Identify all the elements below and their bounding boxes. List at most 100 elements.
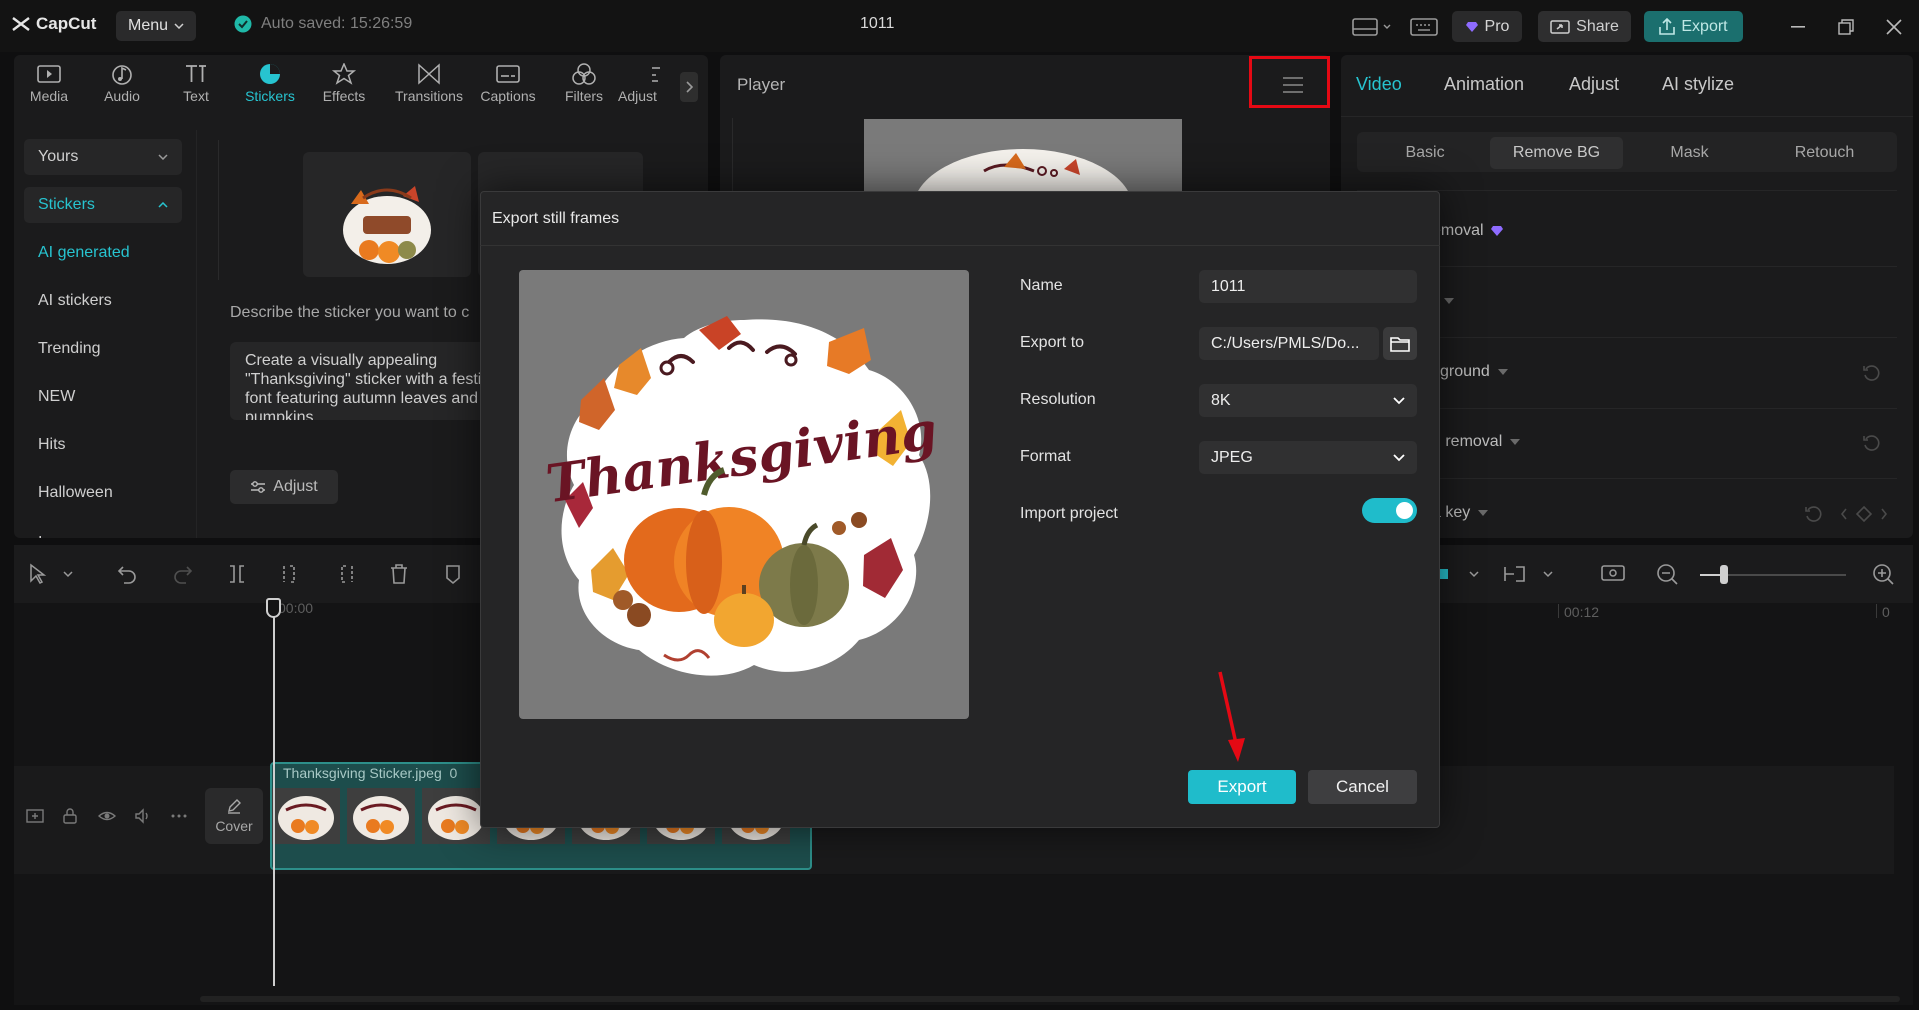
format-select[interactable]: JPEG [1199,441,1417,474]
eye-icon[interactable] [98,808,116,824]
track-add-icon[interactable] [26,808,44,824]
split-left-icon[interactable] [280,563,302,585]
snap-icon[interactable] [1502,563,1554,585]
split-icon[interactable] [226,563,248,585]
export-path-input[interactable]: C:/Users/PMLS/Do... [1199,327,1379,360]
sticker-thumbnail[interactable] [303,152,471,277]
tool-text[interactable]: Text [165,63,227,104]
sidebar-divider [196,130,197,538]
export-button[interactable]: Export [1188,770,1296,804]
resolution-label: Resolution [1020,391,1096,408]
sidebar-item-trending[interactable]: Trending [24,331,182,367]
tab-ai-stylize[interactable]: AI stylize [1662,74,1734,95]
redo-icon[interactable] [172,563,194,585]
background-row[interactable]: kground [1432,363,1508,381]
ruler-tick [1876,604,1877,618]
pro-button[interactable]: Pro [1452,11,1522,42]
browse-folder-button[interactable] [1383,327,1417,360]
keyframe-controls-icon[interactable] [1802,505,1888,523]
reset-icon[interactable] [1862,364,1880,382]
tool-audio[interactable]: Audio [91,63,153,104]
tool-transitions[interactable]: Transitions [394,63,464,104]
diamond-icon [1490,226,1503,236]
undo-icon[interactable] [116,563,138,585]
sidebar-item-ai-generated[interactable]: AI generated [24,235,182,271]
chevron-down-icon [158,154,168,160]
player-preview-image [918,149,1128,191]
subtab-mask[interactable]: Mask [1623,137,1756,169]
playhead-handle[interactable] [266,598,281,618]
preview-axis-icon[interactable] [1600,563,1626,585]
volume-icon[interactable] [134,808,152,824]
sidebar-stickers-label: Stickers [38,196,95,213]
toggle-knob [1396,502,1413,519]
sidebar-yours[interactable]: Yours [24,139,182,175]
tool-effects-label: Effects [322,88,366,104]
menu-button[interactable]: Menu [116,11,196,41]
tool-media[interactable]: Media [18,63,80,104]
zoom-out-icon[interactable] [1656,563,1678,585]
subtab-basic[interactable]: Basic [1360,137,1490,169]
select-tool-icon[interactable] [28,563,74,585]
sidebar-item-hits[interactable]: Hits [24,427,182,463]
chroma-removal-row[interactable]: n removal [1432,433,1521,451]
close-icon[interactable] [1883,16,1905,38]
ruler-tick [1558,604,1559,618]
sidebar-item-halloween[interactable]: Halloween [24,475,182,511]
sidebar-stickers[interactable]: Stickers [24,187,182,223]
clip-duration: 0 [449,765,458,781]
timeline-scrollbar[interactable] [200,996,1900,1002]
name-label: Name [1020,277,1063,294]
subtab-retouch[interactable]: Retouch [1756,137,1893,169]
sidebar-item-new[interactable]: NEW [24,379,182,415]
split-right-icon[interactable] [334,563,356,585]
tool-stickers[interactable]: Stickers [239,63,301,104]
zoom-in-icon[interactable] [1872,563,1894,585]
audio-icon [112,65,132,85]
delete-icon[interactable] [388,563,410,585]
zoom-slider-handle[interactable] [1720,565,1728,584]
name-value: 1011 [1211,277,1246,295]
more-icon[interactable] [170,808,188,824]
resolution-select[interactable]: 8K [1199,384,1417,417]
name-input[interactable]: 1011 [1199,270,1417,303]
cover-button[interactable]: Cover [205,788,263,844]
tab-animation[interactable]: Animation [1444,74,1524,95]
tool-adjust[interactable]: Adjust [618,63,670,104]
layout-icon[interactable] [1352,17,1392,37]
restore-icon[interactable] [1835,16,1857,38]
chroma-key-row[interactable]: a key [1432,504,1489,522]
playhead[interactable] [273,598,275,986]
export-top-button[interactable]: Export [1644,11,1743,42]
pro-label: Pro [1484,17,1510,35]
keyboard-icon[interactable] [1410,17,1438,37]
sidebar-item-ai-stickers[interactable]: AI stickers [24,283,182,319]
minimize-icon[interactable] [1787,16,1809,38]
auto-removal-row[interactable]: emoval [1432,222,1504,240]
sidebar-item-icons[interactable]: Icons [24,525,182,538]
toolbar-scroll-right[interactable] [680,72,698,102]
tool-effects[interactable]: Effects [313,63,375,104]
tool-filters[interactable]: Filters [553,63,615,104]
tab-video[interactable]: Video [1356,74,1402,95]
annotation-arrow [1210,670,1250,766]
subtab-remove-bg[interactable]: Remove BG [1490,137,1623,169]
lock-icon[interactable] [63,808,77,824]
link-toggle-icon[interactable] [1440,563,1480,585]
caret-down-icon [1510,439,1521,445]
folder-icon [1390,336,1410,352]
clip-name-text: Thanksgiving Sticker.jpeg [283,765,442,781]
tab-adjust[interactable]: Adjust [1569,74,1619,95]
adjust-button[interactable]: Adjust [230,470,338,504]
tool-captions[interactable]: Captions [477,63,539,104]
format-label: Format [1020,448,1071,465]
menu-label: Menu [127,17,169,34]
cancel-button[interactable]: Cancel [1308,770,1417,804]
media-icon [37,65,61,83]
captions-icon [496,65,520,83]
reset-icon[interactable] [1862,434,1880,452]
share-button[interactable]: Share [1538,11,1631,42]
caret-down-icon[interactable] [1444,298,1454,304]
marker-icon[interactable] [442,563,464,585]
chevron-down-icon [174,23,184,29]
